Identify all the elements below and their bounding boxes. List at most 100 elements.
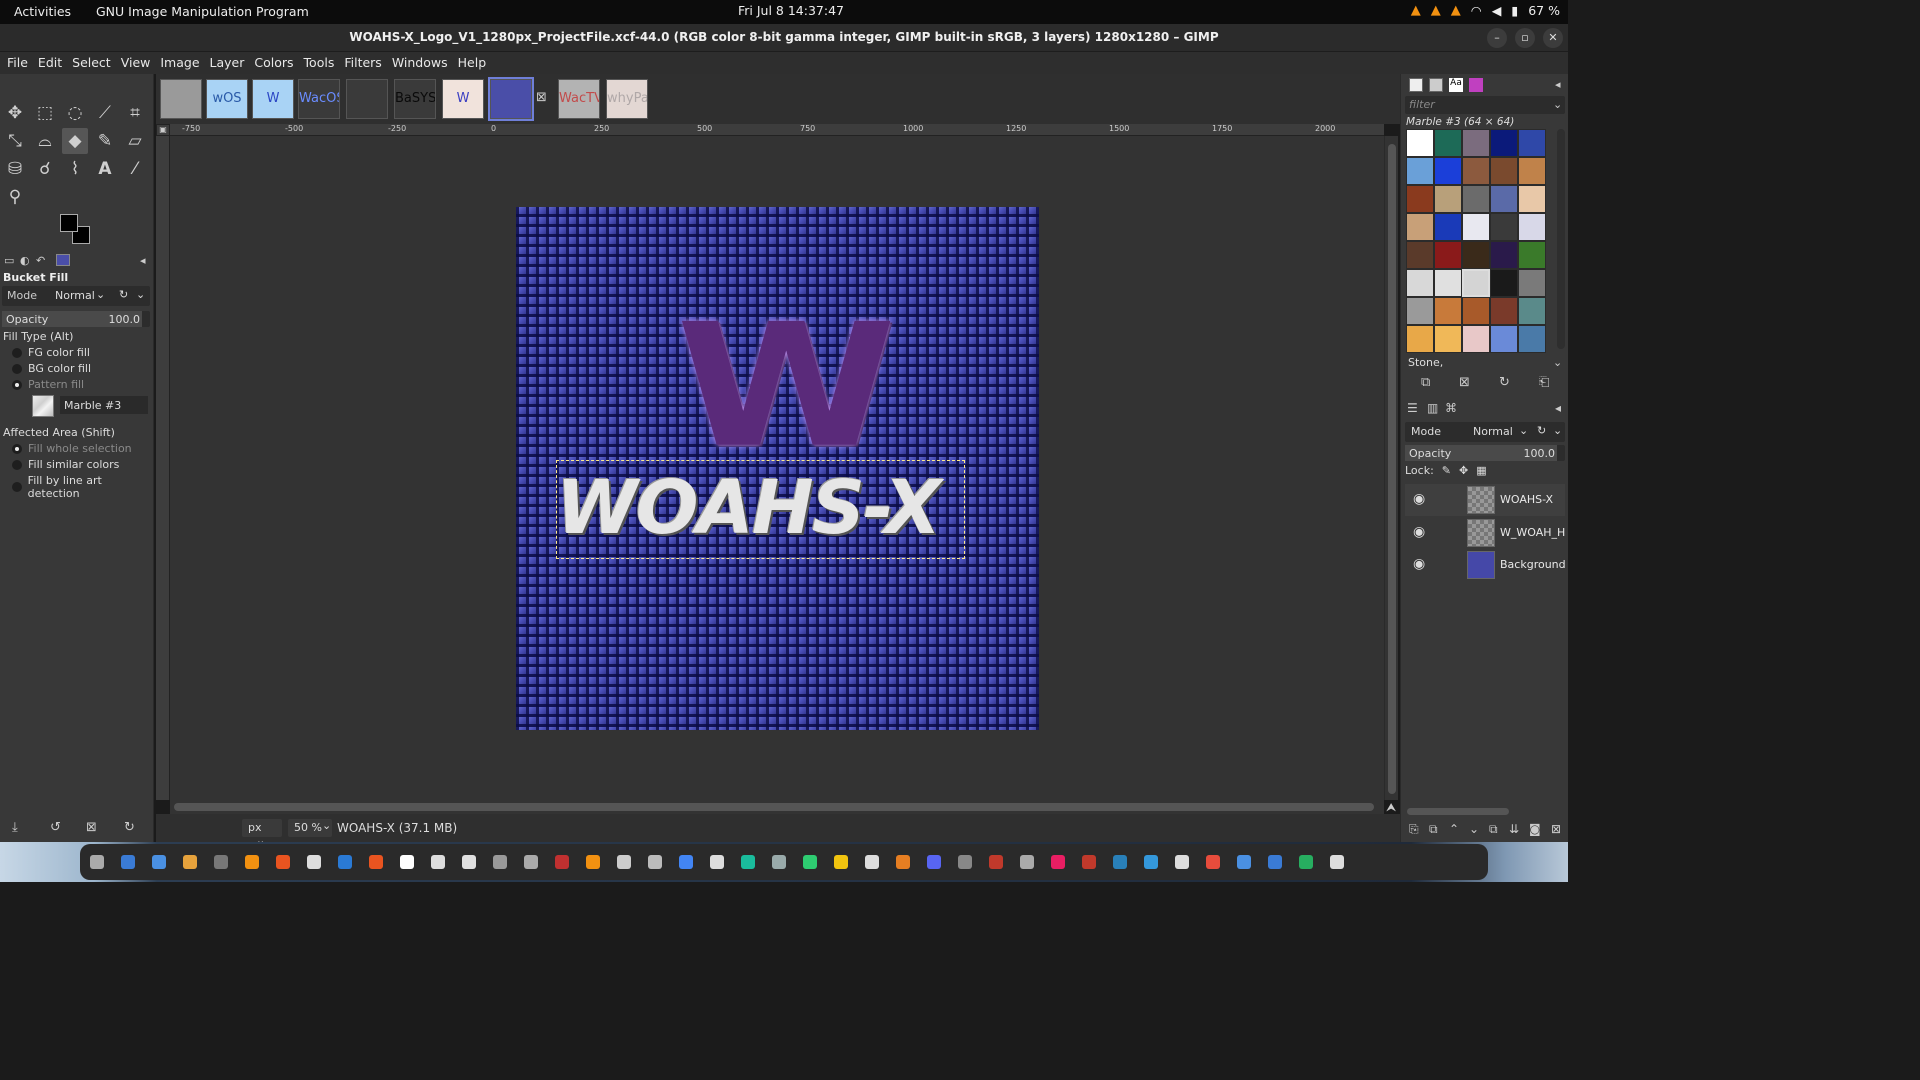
pattern-swatch[interactable]: [1518, 185, 1546, 213]
image-canvas[interactable]: W WOAHS-X: [516, 207, 1039, 730]
dock-app-icon[interactable]: [307, 855, 321, 869]
pattern-swatch[interactable]: [1434, 269, 1462, 297]
image-tab-thumbnail[interactable]: [488, 77, 534, 121]
restore-options-icon[interactable]: ↺: [50, 820, 61, 835]
menu-view[interactable]: View: [120, 52, 156, 74]
dock-app-icon[interactable]: [586, 855, 600, 869]
pattern-swatch[interactable]: [1462, 129, 1490, 157]
menu-layer[interactable]: Layer: [209, 52, 250, 74]
visibility-eye-icon[interactable]: ◉: [1413, 524, 1425, 540]
pattern-swatch[interactable]: [1490, 241, 1518, 269]
reset-mode-icon[interactable]: ↻: [119, 288, 128, 301]
reset-options-icon[interactable]: ↻: [124, 820, 135, 835]
image-tab-thumbnail[interactable]: W: [442, 79, 484, 119]
pattern-scrollbar[interactable]: [1557, 129, 1565, 349]
selection-marquee[interactable]: [556, 460, 965, 559]
tag-filter-input[interactable]: Stone,: [1405, 354, 1565, 371]
fill-type-pattern[interactable]: Pattern fill: [12, 378, 84, 391]
chevron-down-icon[interactable]: ⌄: [1553, 356, 1562, 369]
fg-bg-colors[interactable]: [60, 212, 94, 246]
rect-select-icon[interactable]: ⬚: [32, 100, 58, 126]
fonts-tab-icon[interactable]: Aa: [1449, 78, 1463, 92]
dock-app-icon[interactable]: [338, 855, 352, 869]
delete-pattern-icon[interactable]: ⊠: [1459, 375, 1470, 390]
paths-icon[interactable]: ⌇: [62, 156, 88, 182]
horizontal-ruler[interactable]: -750 -500 -250 0 250 500 750 1000 1250 1500 1750 20…: [170, 124, 1384, 136]
image-tab-thumbnail[interactable]: [160, 79, 202, 119]
dock-app-icon[interactable]: [276, 855, 290, 869]
radio-button[interactable]: [12, 459, 22, 470]
pattern-swatch[interactable]: [1518, 241, 1546, 269]
affected-whole-selection[interactable]: Fill whole selection: [12, 442, 132, 455]
lock-pixels-icon[interactable]: ✎: [1442, 464, 1451, 477]
delete-options-icon[interactable]: ⊠: [86, 820, 97, 835]
menu-image[interactable]: Image: [159, 52, 204, 74]
pattern-swatch[interactable]: [1434, 297, 1462, 325]
text-tool-icon[interactable]: A: [92, 156, 118, 182]
pattern-swatch[interactable]: [1518, 269, 1546, 297]
paintbrush-icon[interactable]: ✎: [92, 128, 118, 154]
dock-app-icon[interactable]: [1299, 855, 1313, 869]
image-tab-thumbnail[interactable]: BaSYS: [394, 79, 436, 119]
mode-value[interactable]: Normal: [55, 289, 95, 302]
delete-layer-icon[interactable]: ⊠: [1551, 822, 1561, 836]
opacity-slider[interactable]: Opacity 100.0: [2, 311, 150, 327]
crop-icon[interactable]: ⌗: [122, 100, 148, 126]
chevron-down-icon[interactable]: ⌄: [136, 288, 145, 301]
layer-row[interactable]: ◉ Background: [1405, 549, 1566, 581]
pattern-swatch[interactable]: [1434, 129, 1462, 157]
pattern-swatch[interactable]: [1462, 241, 1490, 269]
pattern-swatch[interactable]: [1518, 325, 1546, 353]
chevron-down-icon[interactable]: ⌄: [96, 288, 105, 301]
pattern-swatch[interactable]: [1490, 185, 1518, 213]
dock-app-icon[interactable]: [1113, 855, 1127, 869]
fill-type-fg[interactable]: FG color fill: [12, 346, 90, 359]
scroll-thumb[interactable]: [1407, 808, 1509, 815]
dock-app-icon[interactable]: [741, 855, 755, 869]
dock-app-icon[interactable]: [214, 855, 228, 869]
layer-name[interactable]: W_WOAH_Hig: [1500, 526, 1566, 539]
dock-app-icon[interactable]: [1051, 855, 1065, 869]
chevron-down-icon[interactable]: ⌄: [322, 819, 331, 832]
fill-type-bg[interactable]: BG color fill: [12, 362, 91, 375]
device-status-tab-icon[interactable]: ◐: [20, 254, 30, 267]
save-options-icon[interactable]: ⤓: [12, 820, 18, 835]
dock-app-icon[interactable]: [958, 855, 972, 869]
undo-history-tab-icon[interactable]: ↶: [36, 254, 45, 267]
horizontal-scrollbar[interactable]: [170, 800, 1384, 814]
pattern-swatch[interactable]: [1406, 213, 1434, 241]
radio-button[interactable]: [12, 482, 22, 492]
dock-app-icon[interactable]: [679, 855, 693, 869]
dock-app-icon[interactable]: [245, 855, 259, 869]
image-tab-thumbnail[interactable]: whyPadOS: [606, 79, 648, 119]
gradients-tab-icon[interactable]: [1469, 78, 1483, 92]
layers-scrollbar[interactable]: [1405, 806, 1565, 816]
pattern-swatch[interactable]: [1406, 129, 1434, 157]
layer-row[interactable]: ◉ W_WOAH_Hig: [1405, 517, 1566, 549]
menu-edit[interactable]: Edit: [37, 52, 67, 74]
pattern-swatch[interactable]: [1406, 325, 1434, 353]
menu-tools[interactable]: Tools: [303, 52, 340, 74]
pattern-swatch[interactable]: [1434, 185, 1462, 213]
affected-line-art[interactable]: Fill by line art detection: [12, 474, 153, 500]
channels-tab-icon[interactable]: ▥: [1427, 401, 1438, 415]
dock-app-icon[interactable]: [493, 855, 507, 869]
pattern-swatch[interactable]: [1518, 129, 1546, 157]
pattern-swatch[interactable]: [1434, 213, 1462, 241]
quick-mask-corner-icon[interactable]: ▣: [156, 124, 170, 136]
merge-layer-icon[interactable]: ⇊: [1509, 822, 1519, 836]
menu-help[interactable]: Help: [457, 52, 492, 74]
image-tab-thumbnail[interactable]: WacOS: [298, 79, 340, 119]
dock-app-icon[interactable]: [710, 855, 724, 869]
panel-menu-icon[interactable]: ◂: [1555, 401, 1561, 415]
pattern-swatch[interactable]: [1462, 325, 1490, 353]
pattern-swatch[interactable]: [1406, 185, 1434, 213]
chevron-down-icon[interactable]: ⌄: [1553, 424, 1562, 437]
dock-app-icon[interactable]: [1268, 855, 1282, 869]
vertical-scrollbar[interactable]: [1384, 136, 1398, 800]
pattern-swatch[interactable]: [1406, 241, 1434, 269]
pattern-filter-input[interactable]: filter: [1405, 96, 1565, 114]
unit-select[interactable]: px ⌄: [242, 819, 282, 847]
dock-app-icon[interactable]: [183, 855, 197, 869]
dock-app-icon[interactable]: [1206, 855, 1220, 869]
